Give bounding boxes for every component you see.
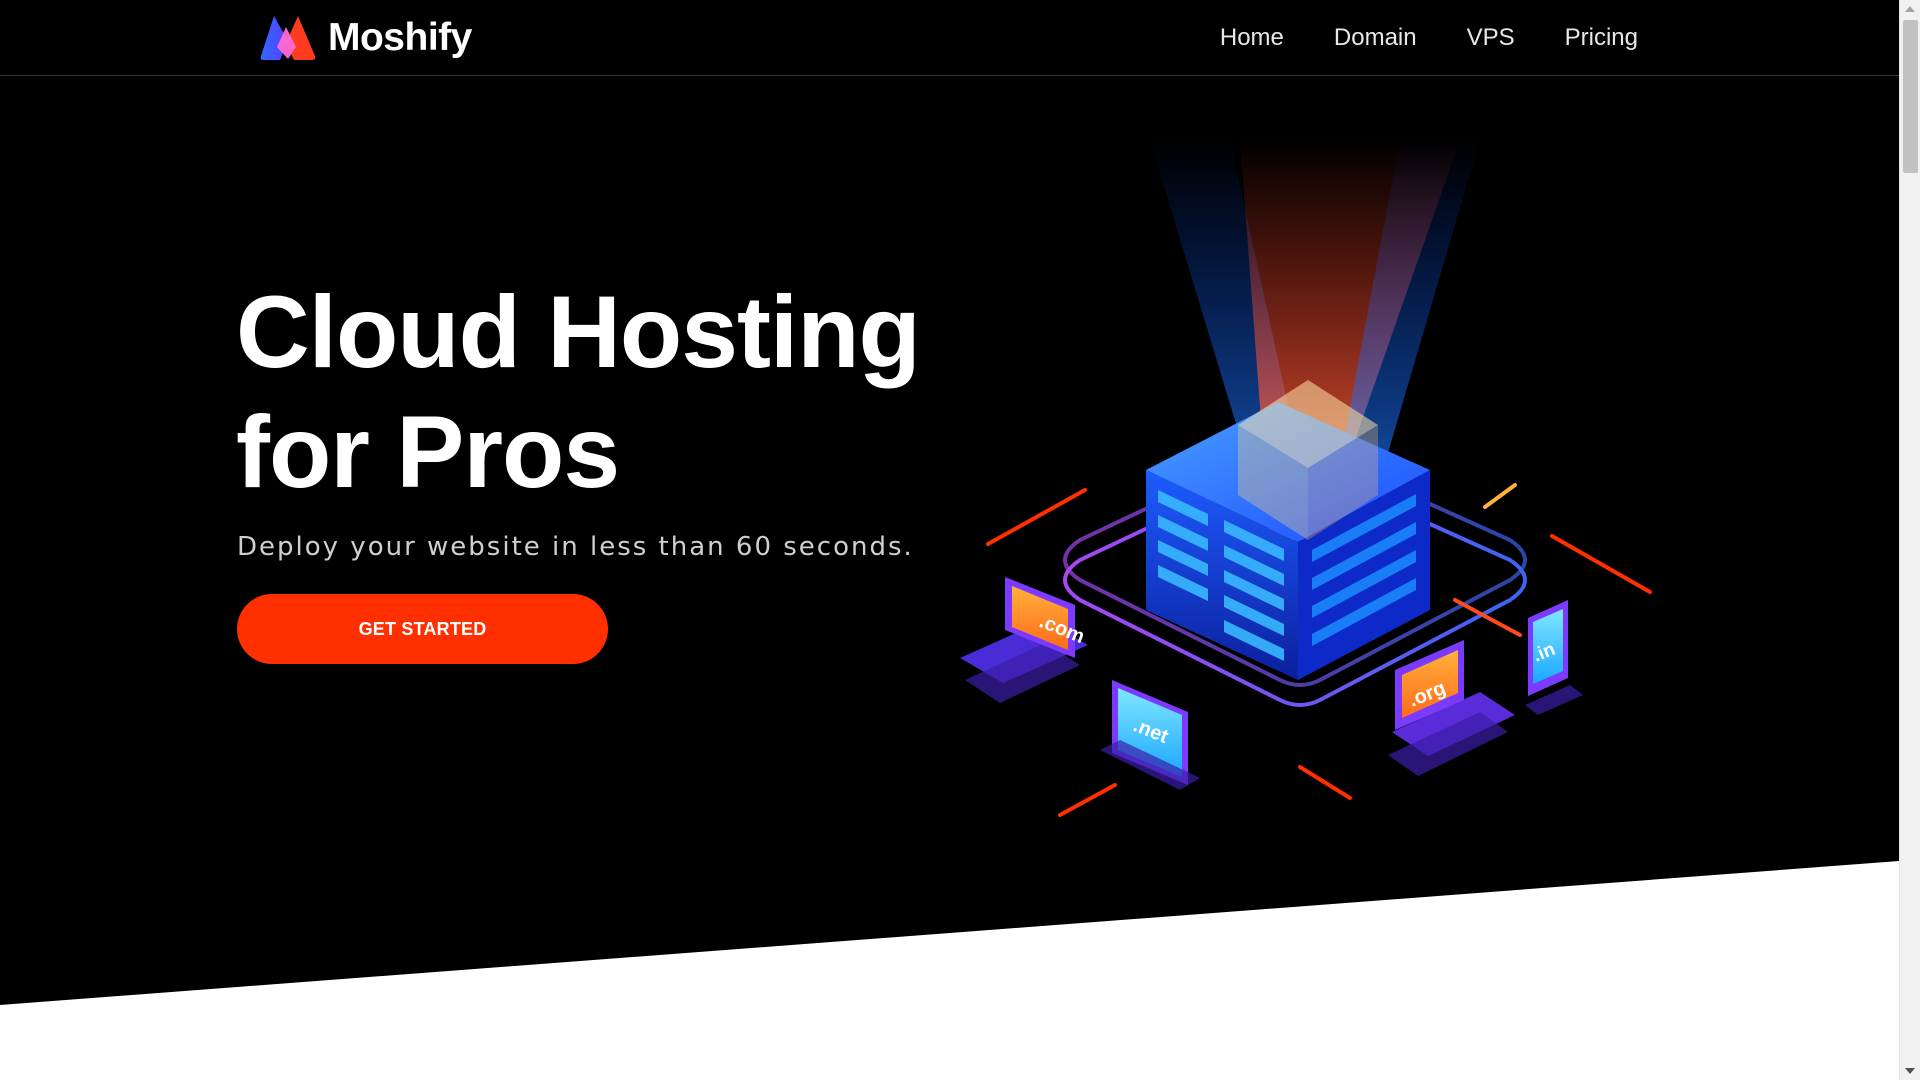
page: Moshify Home Domain VPS Pricing Cloud Ho… xyxy=(0,0,1899,1080)
hero-subtitle: Deploy your website in less than 60 seco… xyxy=(237,532,914,562)
cloud-server-illustration: .com .net .org .in xyxy=(960,140,1652,817)
scrollbar-thumb[interactable] xyxy=(1903,20,1918,173)
nav-pricing-link[interactable]: Pricing xyxy=(1565,24,1638,52)
hero-title: Cloud Hosting for Pros xyxy=(236,272,996,512)
main-nav: Home Domain VPS Pricing xyxy=(1220,0,1638,76)
scroll-down-arrow-icon[interactable] xyxy=(1905,1068,1915,1074)
moshify-logo-icon xyxy=(260,16,316,60)
nav-home-link[interactable]: Home xyxy=(1220,24,1284,52)
vertical-scrollbar[interactable] xyxy=(1899,0,1920,1080)
nav-domain-link[interactable]: Domain xyxy=(1334,24,1417,52)
hero-title-line2: for Pros xyxy=(236,395,620,509)
get-started-button[interactable]: GET STARTED xyxy=(237,594,608,664)
scroll-up-arrow-icon[interactable] xyxy=(1905,6,1915,12)
brand-home-link[interactable]: Moshify xyxy=(260,12,472,64)
brand-name: Moshify xyxy=(328,16,472,59)
org-laptop-icon: .org xyxy=(1388,640,1515,776)
net-tablet-icon: .net xyxy=(1100,680,1200,790)
hero-title-line1: Cloud Hosting xyxy=(236,275,921,389)
in-phone-icon: .in xyxy=(1525,600,1583,715)
com-laptop-icon: .com xyxy=(960,577,1088,703)
navbar: Moshify Home Domain VPS Pricing xyxy=(0,0,1899,76)
nav-vps-link[interactable]: VPS xyxy=(1467,24,1515,52)
